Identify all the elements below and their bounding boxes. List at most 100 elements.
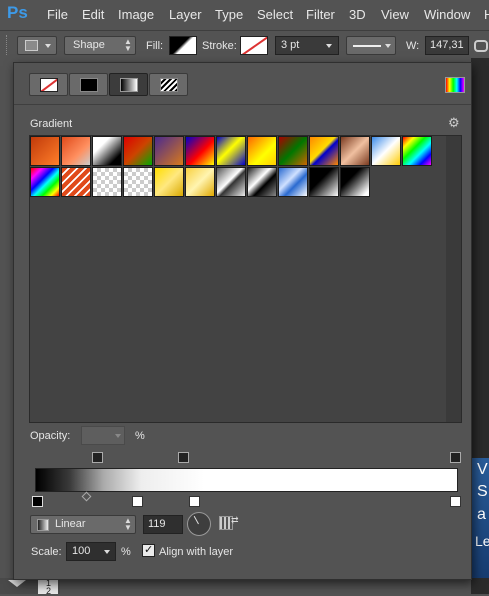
menu-view[interactable]: View	[381, 7, 409, 22]
color-stop[interactable]	[450, 496, 461, 507]
solid-color-icon	[80, 78, 98, 92]
gradient-swatch[interactable]	[309, 136, 339, 166]
angle-field[interactable]: 119	[143, 515, 183, 534]
rectangle-shape-icon	[25, 40, 38, 51]
menu-layer[interactable]: Layer	[169, 7, 202, 22]
menu-type[interactable]: Type	[215, 7, 243, 22]
stroke-swatch[interactable]	[240, 36, 268, 55]
scale-field[interactable]: 100	[66, 542, 116, 561]
gradient-swatch[interactable]	[154, 167, 184, 197]
scrollbar[interactable]	[446, 136, 461, 422]
opacity-percent: %	[135, 430, 145, 442]
solid-color-button[interactable]	[69, 73, 108, 96]
gradient-icon	[120, 78, 138, 92]
gradient-swatch[interactable]	[402, 136, 432, 166]
gear-icon[interactable]: ⚙	[448, 115, 460, 131]
updown-arrows-icon: ▲ ▼	[124, 37, 132, 53]
triangle-icon	[8, 580, 26, 587]
menu-3d[interactable]: 3D	[349, 7, 366, 22]
pattern-icon	[160, 78, 178, 92]
photoshop-logo: Ps	[7, 3, 28, 22]
line-style-icon	[353, 45, 381, 47]
gradient-swatch[interactable]	[61, 167, 91, 197]
no-color-icon	[40, 78, 58, 92]
gradient-swatch[interactable]	[216, 136, 246, 166]
menu-image[interactable]: Image	[118, 7, 154, 22]
link-icon[interactable]	[474, 40, 488, 52]
gradient-swatch[interactable]	[371, 136, 401, 166]
gradient-ramp[interactable]	[35, 468, 458, 492]
fill-type-buttons	[29, 73, 189, 97]
checkmark-icon: ✓	[144, 544, 154, 556]
menu-file[interactable]: File	[47, 7, 68, 22]
canvas-text-2: S	[477, 483, 488, 500]
gradient-swatch[interactable]	[154, 136, 184, 166]
menu-edit[interactable]: Edit	[82, 7, 104, 22]
menu-select[interactable]: Select	[257, 7, 293, 22]
gradient-button[interactable]	[109, 73, 148, 96]
chevron-down-icon	[326, 44, 332, 48]
menu-bar: Ps File Edit Image Layer Type Select Fil…	[0, 0, 489, 28]
gradient-swatch[interactable]	[123, 167, 153, 197]
gradient-type-value: Linear	[55, 518, 86, 530]
gradient-swatch[interactable]	[30, 167, 60, 197]
color-picker-icon[interactable]	[445, 77, 465, 93]
gradient-swatch[interactable]	[278, 136, 308, 166]
gradient-swatch[interactable]	[61, 136, 91, 166]
gradient-swatch[interactable]	[92, 136, 122, 166]
align-with-layer-label: Align with layer	[159, 546, 233, 558]
width-field[interactable]: 147,31	[425, 36, 469, 55]
color-stop[interactable]	[32, 496, 43, 507]
angle-value: 119	[148, 518, 166, 530]
gradient-picker-panel: Gradient ⚙ Opacity: % Linear ▲ ▼ 119 ⇄ S…	[13, 62, 472, 580]
color-stop[interactable]	[132, 496, 143, 507]
stroke-width-value: 3 pt	[281, 39, 300, 51]
pattern-button[interactable]	[149, 73, 188, 96]
opacity-stop[interactable]	[92, 452, 103, 463]
opacity-field	[81, 426, 125, 445]
stroke-type-select[interactable]	[346, 36, 396, 55]
options-grip	[6, 35, 11, 55]
gradient-swatch[interactable]	[247, 167, 277, 197]
color-stop[interactable]	[189, 496, 200, 507]
gradient-swatch[interactable]	[30, 136, 60, 166]
gradient-swatch[interactable]	[92, 167, 122, 197]
gradient-swatch[interactable]	[340, 167, 370, 197]
opacity-label: Opacity:	[30, 430, 71, 442]
midpoint-diamond[interactable]	[81, 491, 92, 502]
options-bar: Shape ▲ ▼ Fill: Stroke: 3 pt W: 147,31	[0, 30, 489, 59]
gradient-section-title: Gradient	[30, 118, 73, 130]
opacity-stop[interactable]	[450, 452, 461, 463]
ruler-mark-2: 2	[46, 586, 52, 596]
gradient-swatch[interactable]	[278, 167, 308, 197]
document-canvas-edge: V S a Le	[471, 58, 489, 594]
gradient-swatch-grid	[29, 135, 462, 423]
gradient-swatch[interactable]	[247, 136, 277, 166]
menu-filter[interactable]: Filter	[306, 7, 335, 22]
chevron-down-icon	[45, 44, 51, 48]
gradient-swatch[interactable]	[216, 167, 246, 197]
chevron-down-icon	[104, 550, 110, 554]
scale-value: 100	[72, 545, 91, 557]
angle-dial[interactable]	[187, 512, 211, 536]
align-with-layer-checkbox[interactable]: ✓	[142, 544, 155, 557]
tool-preset-picker[interactable]	[17, 36, 57, 55]
opacity-stop[interactable]	[178, 452, 189, 463]
mode-select[interactable]: Shape ▲ ▼	[64, 36, 136, 55]
menu-help[interactable]: H	[484, 7, 489, 22]
reverse-gradient-icon[interactable]: ⇄	[219, 515, 239, 531]
menu-window[interactable]: Window	[424, 7, 470, 22]
scale-percent: %	[121, 546, 131, 558]
chevron-down-icon	[115, 434, 121, 438]
fill-swatch[interactable]	[169, 36, 197, 55]
ruler-corner: 1 2	[0, 578, 60, 596]
gradient-swatch[interactable]	[340, 136, 370, 166]
gradient-swatch[interactable]	[309, 167, 339, 197]
gradient-swatch[interactable]	[185, 136, 215, 166]
gradient-type-select[interactable]: Linear ▲ ▼	[30, 515, 136, 534]
gradient-swatch[interactable]	[185, 167, 215, 197]
width-value: 147,31	[430, 39, 464, 51]
no-color-button[interactable]	[29, 73, 68, 96]
stroke-width-field[interactable]: 3 pt	[275, 36, 339, 55]
gradient-swatch[interactable]	[123, 136, 153, 166]
